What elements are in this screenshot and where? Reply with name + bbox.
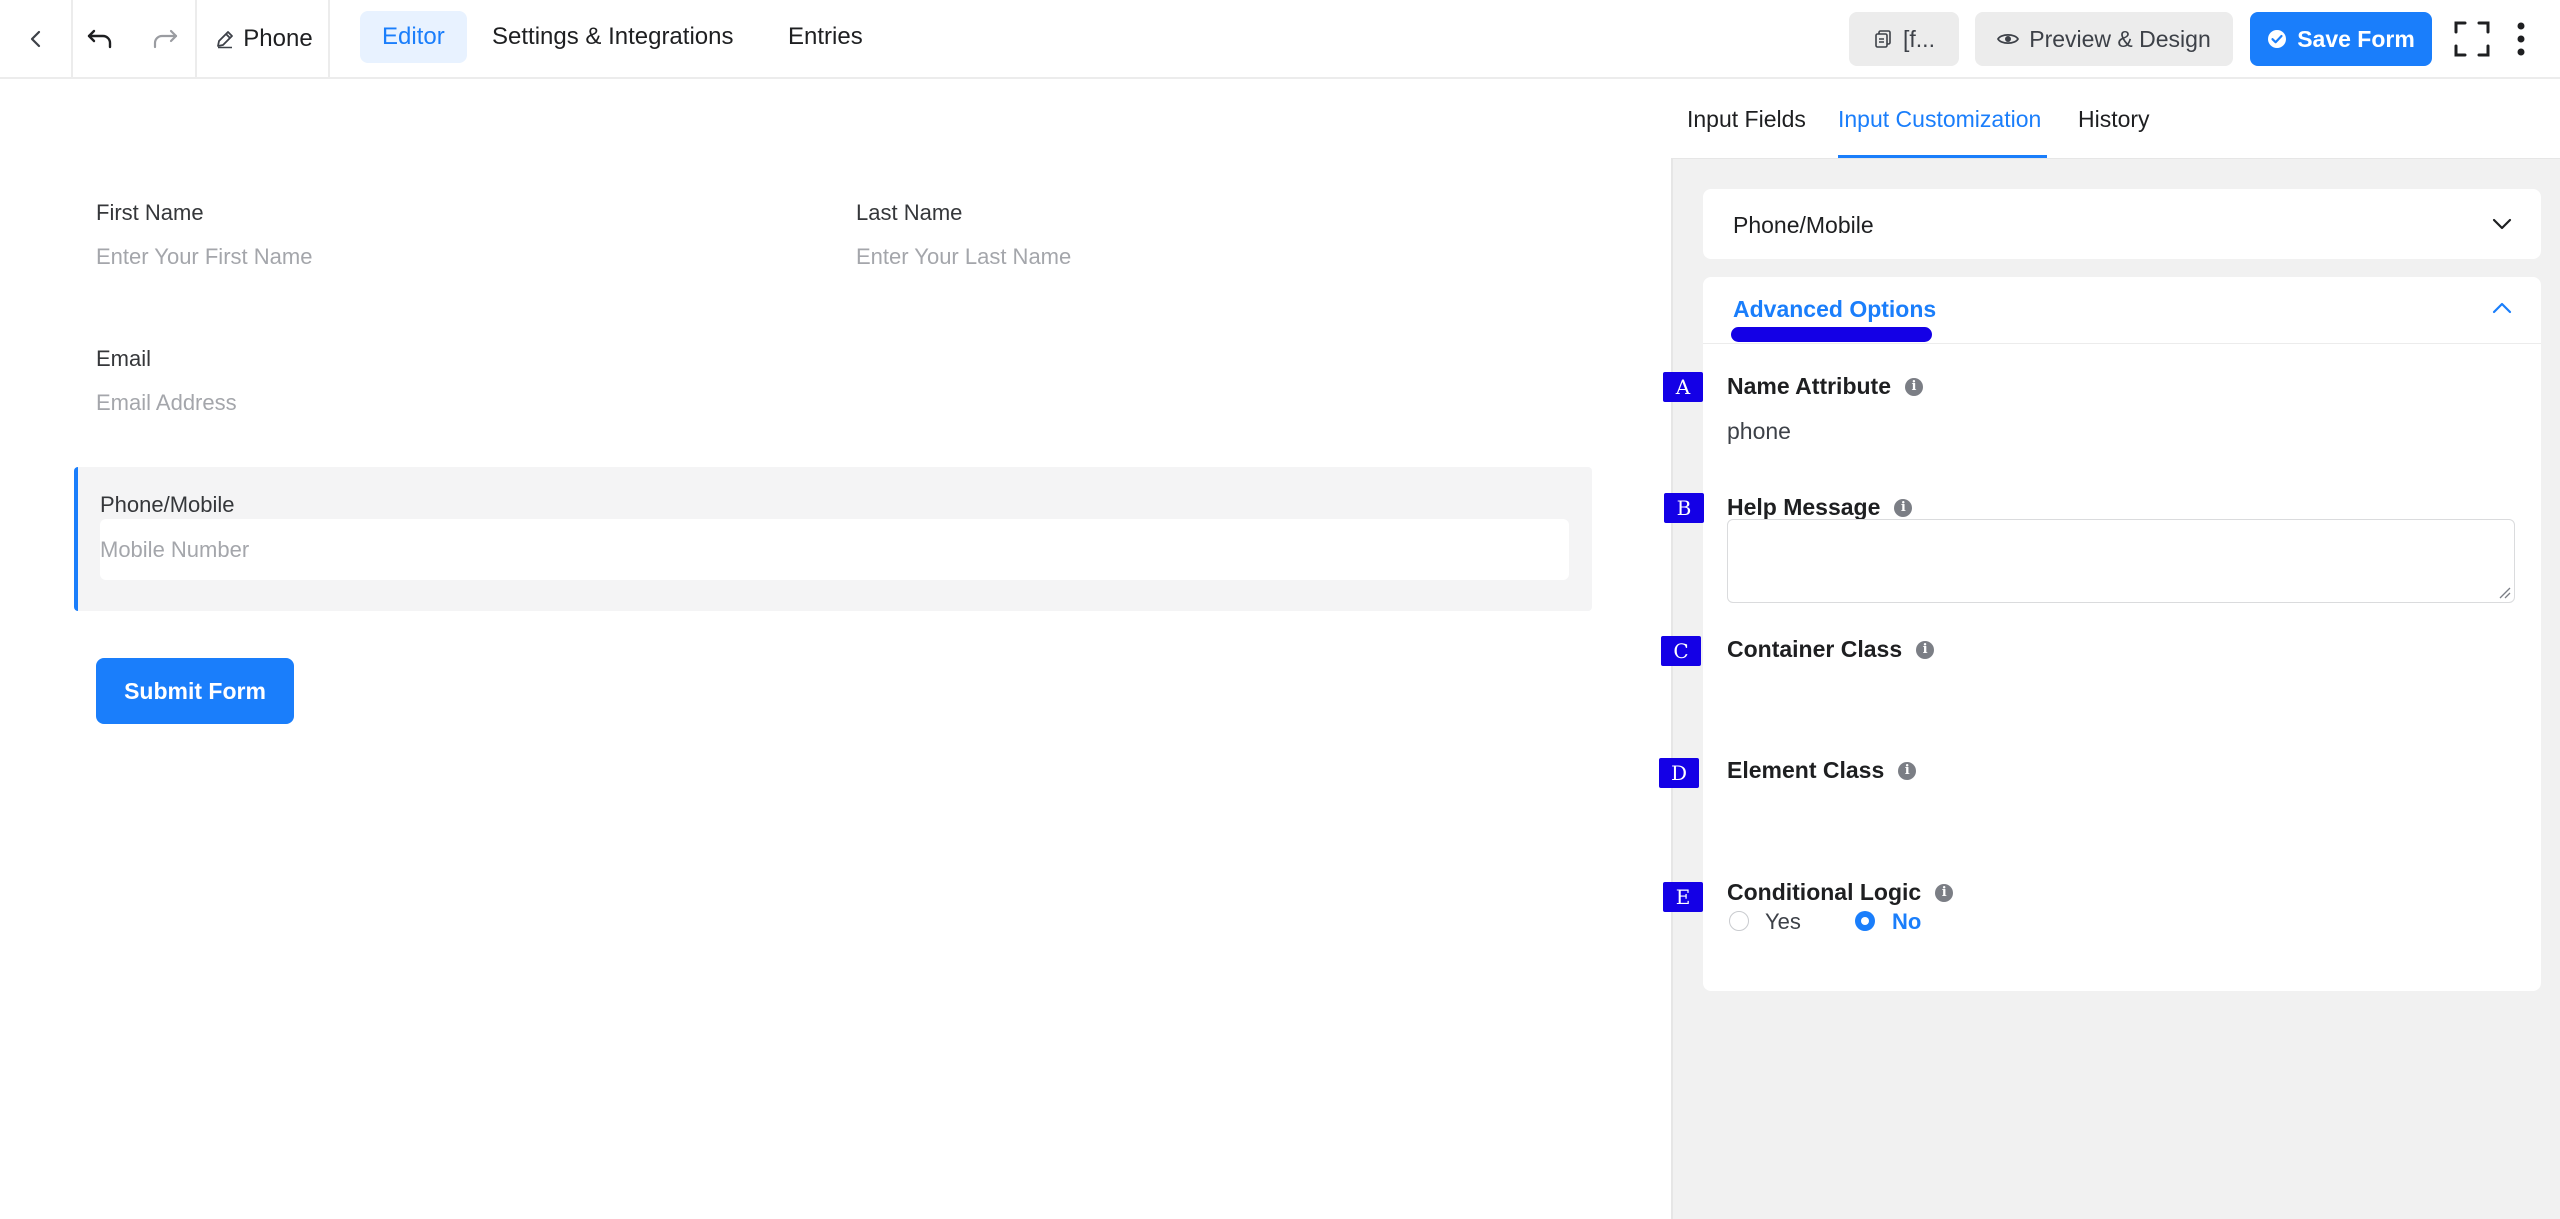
help-message-text: Help Message <box>1727 494 1881 520</box>
container-class-input[interactable] <box>1727 672 2515 724</box>
conditional-no-radio[interactable] <box>1855 911 1875 931</box>
element-class-input[interactable] <box>1727 793 2515 845</box>
pencil-icon <box>217 30 234 48</box>
conditional-logic-text: Conditional Logic <box>1727 879 1922 905</box>
more-options-button[interactable] <box>2506 0 2536 77</box>
phone-label: Phone/Mobile <box>100 492 235 517</box>
field-type-label: Phone/Mobile <box>1733 212 1874 238</box>
help-message-label: Help Message i <box>1727 494 1913 521</box>
preview-design-label: Preview & Design <box>2029 25 2211 52</box>
tab-input-customization[interactable]: Input Customization <box>1838 79 2041 159</box>
tab-history[interactable]: History <box>2078 79 2150 159</box>
conditional-logic-label: Conditional Logic i <box>1727 879 1954 906</box>
advanced-options-divider <box>1703 343 2541 344</box>
info-icon[interactable]: i <box>1894 498 1913 517</box>
top-toolbar: Phone Editor Settings & Integrations Ent… <box>0 0 2560 79</box>
conditional-yes-label[interactable]: Yes <box>1765 909 1801 935</box>
submit-form-button[interactable]: Submit Form <box>96 658 294 724</box>
marker-d: D <box>1659 758 1699 788</box>
chevron-up-icon[interactable] <box>2491 298 2513 318</box>
marker-b: B <box>1664 493 1704 523</box>
advanced-options-title[interactable]: Advanced Options <box>1733 296 1936 323</box>
first-name-input[interactable]: Enter Your First Name <box>96 244 312 270</box>
element-class-text: Element Class <box>1727 757 1885 783</box>
name-attribute-label: Name Attribute i <box>1727 373 1923 400</box>
last-name-label: Last Name <box>856 200 963 225</box>
preview-design-button[interactable]: Preview & Design <box>1975 12 2233 66</box>
tab-editor[interactable]: Editor <box>360 11 467 63</box>
undo-icon <box>87 29 112 48</box>
help-message-textarea[interactable] <box>1727 519 2515 603</box>
save-form-button[interactable]: Save Form <box>2250 12 2432 66</box>
marker-a: A <box>1663 372 1703 402</box>
tab-history-label: History <box>2078 105 2150 132</box>
tab-input-fields[interactable]: Input Fields <box>1687 79 1806 159</box>
redo-button[interactable] <box>135 0 195 77</box>
shortcode-button[interactable]: [f... <box>1849 12 1959 66</box>
copy-icon <box>1875 30 1891 48</box>
back-button[interactable] <box>0 0 72 77</box>
tab-entries[interactable]: Entries <box>766 11 885 63</box>
form-title[interactable]: Phone <box>200 0 328 77</box>
name-attribute-input[interactable]: phone <box>1727 418 1791 445</box>
active-tab-indicator <box>1838 155 2047 158</box>
email-input[interactable]: Email Address <box>96 390 237 416</box>
element-class-label: Element Class i <box>1727 757 1917 784</box>
advanced-options-highlight <box>1731 327 1932 342</box>
shortcode-label: [f... <box>1903 25 1935 52</box>
conditional-no-label[interactable]: No <box>1892 909 1921 935</box>
tab-editor-label: Editor <box>382 23 445 50</box>
phone-placeholder: Mobile Number <box>100 537 250 562</box>
fullscreen-icon <box>2454 21 2490 56</box>
container-class-text: Container Class <box>1727 636 1903 662</box>
tab-entries-label: Entries <box>788 23 863 50</box>
info-icon[interactable]: i <box>1898 761 1917 780</box>
form-title-text: Phone <box>243 24 313 52</box>
first-name-label: First Name <box>96 200 204 225</box>
save-form-label: Save Form <box>2297 25 2415 52</box>
phone-input[interactable] <box>100 519 1569 580</box>
fullscreen-button[interactable] <box>2446 0 2498 77</box>
container-class-label: Container Class i <box>1727 636 1935 663</box>
chevron-down-icon[interactable] <box>2491 214 2513 234</box>
marker-c: C <box>1661 636 1701 666</box>
info-icon[interactable]: i <box>1935 883 1954 902</box>
check-circle-icon <box>2268 30 2287 48</box>
toolbar-divider <box>195 0 197 77</box>
email-label: Email <box>96 346 152 371</box>
kebab-menu-icon <box>2517 22 2525 55</box>
chevron-left-icon <box>30 30 41 47</box>
resize-handle-icon[interactable] <box>2497 585 2511 599</box>
tab-input-fields-label: Input Fields <box>1687 105 1806 132</box>
name-attribute-text: Name Attribute <box>1727 373 1891 399</box>
undo-button[interactable] <box>72 0 128 77</box>
tab-settings-integrations[interactable]: Settings & Integrations <box>470 11 755 63</box>
toolbar-divider <box>328 0 330 77</box>
marker-e: E <box>1663 882 1703 912</box>
last-name-input[interactable]: Enter Your Last Name <box>856 244 1071 270</box>
submit-form-label: Submit Form <box>124 677 266 704</box>
tab-settings-label: Settings & Integrations <box>492 23 734 50</box>
tab-input-customization-label: Input Customization <box>1838 105 2042 132</box>
eye-icon <box>1997 33 2020 45</box>
redo-icon <box>153 29 178 48</box>
info-icon[interactable]: i <box>1916 640 1935 659</box>
info-icon[interactable]: i <box>1905 377 1923 396</box>
conditional-yes-radio[interactable] <box>1729 911 1749 931</box>
